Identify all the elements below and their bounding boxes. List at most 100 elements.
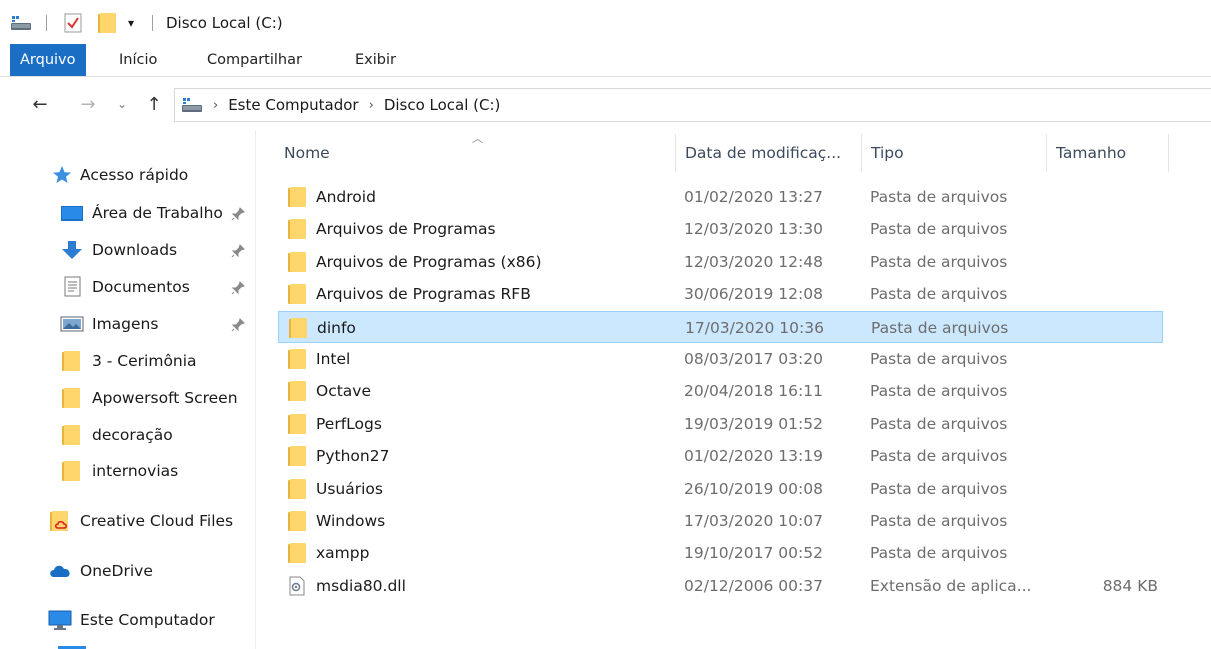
file-size xyxy=(1058,505,1158,537)
file-date: 19/10/2017 00:52 xyxy=(684,544,823,563)
file-row[interactable]: Android 01/02/2020 13:27 Pasta de arquivos xyxy=(278,181,1163,213)
file-row[interactable]: dinfo 17/03/2020 10:36 Pasta de arquivos xyxy=(278,310,1163,344)
file-type: Pasta de arquivos xyxy=(870,350,1008,368)
pin-icon[interactable] xyxy=(230,317,246,333)
file-row[interactable]: Windows 17/03/2020 10:07 Pasta de arquivos xyxy=(278,505,1163,537)
desktop-icon xyxy=(61,206,83,221)
tab-arquivo[interactable]: Arquivo xyxy=(10,44,86,76)
tab-inicio[interactable]: Início xyxy=(119,44,157,76)
file-date: 30/06/2019 12:08 xyxy=(684,285,823,304)
tab-exibir[interactable]: Exibir xyxy=(355,44,396,76)
breadcrumb-este-computador[interactable]: Este Computador xyxy=(228,96,358,114)
forward-arrow-icon[interactable]: → xyxy=(76,92,100,116)
nav-item-documentos[interactable]: Documentos xyxy=(62,270,190,304)
tab-compartilhar[interactable]: Compartilhar xyxy=(207,44,302,76)
file-name: Windows xyxy=(316,512,386,530)
navigation-bar: ← → ⌄ ↑ › Este Computador › Disco Local … xyxy=(0,86,1211,124)
nav-item-label: decoração xyxy=(92,426,173,444)
nav-quick-access[interactable]: Acesso rápido xyxy=(50,158,188,192)
folder-icon xyxy=(288,349,308,369)
nav-item-label: Imagens xyxy=(92,315,159,333)
properties-icon[interactable] xyxy=(64,12,82,34)
file-date: 17/03/2020 10:36 xyxy=(685,318,824,337)
star-icon xyxy=(53,166,71,183)
folder-icon xyxy=(288,413,308,434)
file-name: Arquivos de Programas RFB xyxy=(316,285,531,304)
drive-icon[interactable] xyxy=(10,12,32,34)
computer-icon xyxy=(48,610,72,630)
nav-item-internovias[interactable]: internovias xyxy=(62,454,178,488)
nav-creative-cloud-files[interactable]: Creative Cloud Files xyxy=(50,504,233,538)
file-row[interactable]: Python27 01/02/2020 13:19 Pasta de arquivo… xyxy=(278,440,1163,472)
address-bar[interactable]: › Este Computador › Disco Local (C:) xyxy=(174,88,1211,122)
file-row[interactable]: Intel 08/03/2017 03:20 Pasta de arquivos xyxy=(278,343,1163,375)
file-row[interactable]: Usuários 26/10/2019 00:08 Pasta de arquivo… xyxy=(278,473,1163,505)
pin-icon[interactable] xyxy=(230,243,246,259)
recent-locations-chevron-icon[interactable]: ⌄ xyxy=(110,92,134,116)
file-row[interactable]: PerfLogs 19/03/2019 01:52 Pasta de arquivo… xyxy=(278,408,1163,440)
file-row[interactable]: xampp 19/10/2017 00:52 Pasta de arquivos xyxy=(278,537,1163,569)
nav-onedrive-label: OneDrive xyxy=(80,562,153,580)
file-size xyxy=(1058,375,1158,407)
nav-item-imagens[interactable]: Imagens xyxy=(60,307,158,341)
file-size xyxy=(1058,408,1158,440)
column-header-size[interactable]: Tamanho xyxy=(1056,130,1166,176)
file-name: dinfo xyxy=(317,318,356,337)
file-type: Pasta de arquivos xyxy=(870,188,1008,206)
column-header-type[interactable]: Tipo xyxy=(871,130,1041,176)
nav-onedrive[interactable]: OneDrive xyxy=(48,554,153,588)
nav-item-apowersoft-screen[interactable]: Apowersoft Screen xyxy=(62,381,238,415)
nav-este-computador[interactable]: Este Computador xyxy=(48,603,215,637)
customize-toolbar-icon[interactable]: ▾ xyxy=(128,12,134,34)
chevron-right-icon: › xyxy=(213,97,219,113)
file-date: 12/03/2020 13:30 xyxy=(684,220,823,239)
folder-icon xyxy=(289,317,309,338)
file-date: 01/02/2020 13:27 xyxy=(684,188,823,206)
file-name: Android xyxy=(316,188,376,206)
file-row[interactable]: Arquivos de Programas RFB 30/06/2019 12:0… xyxy=(278,278,1163,310)
file-size: 884 KB xyxy=(1102,576,1158,595)
file-row[interactable]: Arquivos de Programas 12/03/2020 13:30 Pas… xyxy=(278,213,1163,245)
file-date: 01/02/2020 13:19 xyxy=(684,447,823,466)
file-size xyxy=(1059,312,1159,344)
nav-item-downloads[interactable]: Downloads xyxy=(60,233,177,267)
pin-icon[interactable] xyxy=(230,206,246,222)
file-type: Pasta de arquivos xyxy=(870,382,1008,401)
file-row[interactable]: Arquivos de Programas (x86) 12/03/2020 12… xyxy=(278,246,1163,278)
file-row[interactable]: Octave 20/04/2018 16:11 Pasta de arquivos xyxy=(278,375,1163,407)
creative-cloud-folder-icon xyxy=(50,511,72,531)
file-size xyxy=(1058,343,1158,375)
nav-item-decoracao[interactable]: decoração xyxy=(62,418,173,452)
nav-item-label: Apowersoft Screen xyxy=(92,389,238,407)
pin-icon[interactable] xyxy=(230,280,246,296)
document-icon xyxy=(64,276,81,297)
file-date: 17/03/2020 10:07 xyxy=(684,512,823,530)
file-name: Arquivos de Programas xyxy=(316,220,496,239)
drive-icon xyxy=(182,98,202,112)
file-type: Pasta de arquivos xyxy=(870,252,1008,271)
file-name: Octave xyxy=(316,382,372,401)
nav-item-3-cerimonia[interactable]: 3 - Cerimônia xyxy=(62,344,197,378)
new-folder-icon[interactable] xyxy=(98,12,116,34)
file-name: Python27 xyxy=(316,447,390,466)
back-arrow-icon[interactable]: ← xyxy=(28,92,52,116)
folder-icon xyxy=(288,543,308,564)
column-header-date[interactable]: Data de modificaç... xyxy=(685,130,860,176)
nav-item-area-de-trabalho[interactable]: Área de Trabalho xyxy=(60,196,223,230)
folder-icon xyxy=(288,187,308,207)
up-arrow-icon[interactable]: ↑ xyxy=(142,92,166,116)
folder-icon xyxy=(288,219,308,240)
onedrive-cloud-icon xyxy=(50,565,70,577)
breadcrumb-disco-local[interactable]: Disco Local (C:) xyxy=(384,96,501,114)
file-size xyxy=(1058,213,1158,245)
file-name: Usuários xyxy=(316,479,383,498)
file-name: Arquivos de Programas (x86) xyxy=(316,252,542,271)
file-size xyxy=(1058,246,1158,278)
pictures-icon xyxy=(60,316,84,332)
file-size xyxy=(1058,181,1158,213)
column-header-name[interactable]: Nome xyxy=(284,130,674,176)
nav-item-label: internovias xyxy=(92,462,179,480)
folder-icon xyxy=(62,425,80,445)
file-row[interactable]: msdia80.dll 02/12/2006 00:37 Extensão de a… xyxy=(278,570,1163,602)
folder-icon xyxy=(62,351,80,371)
